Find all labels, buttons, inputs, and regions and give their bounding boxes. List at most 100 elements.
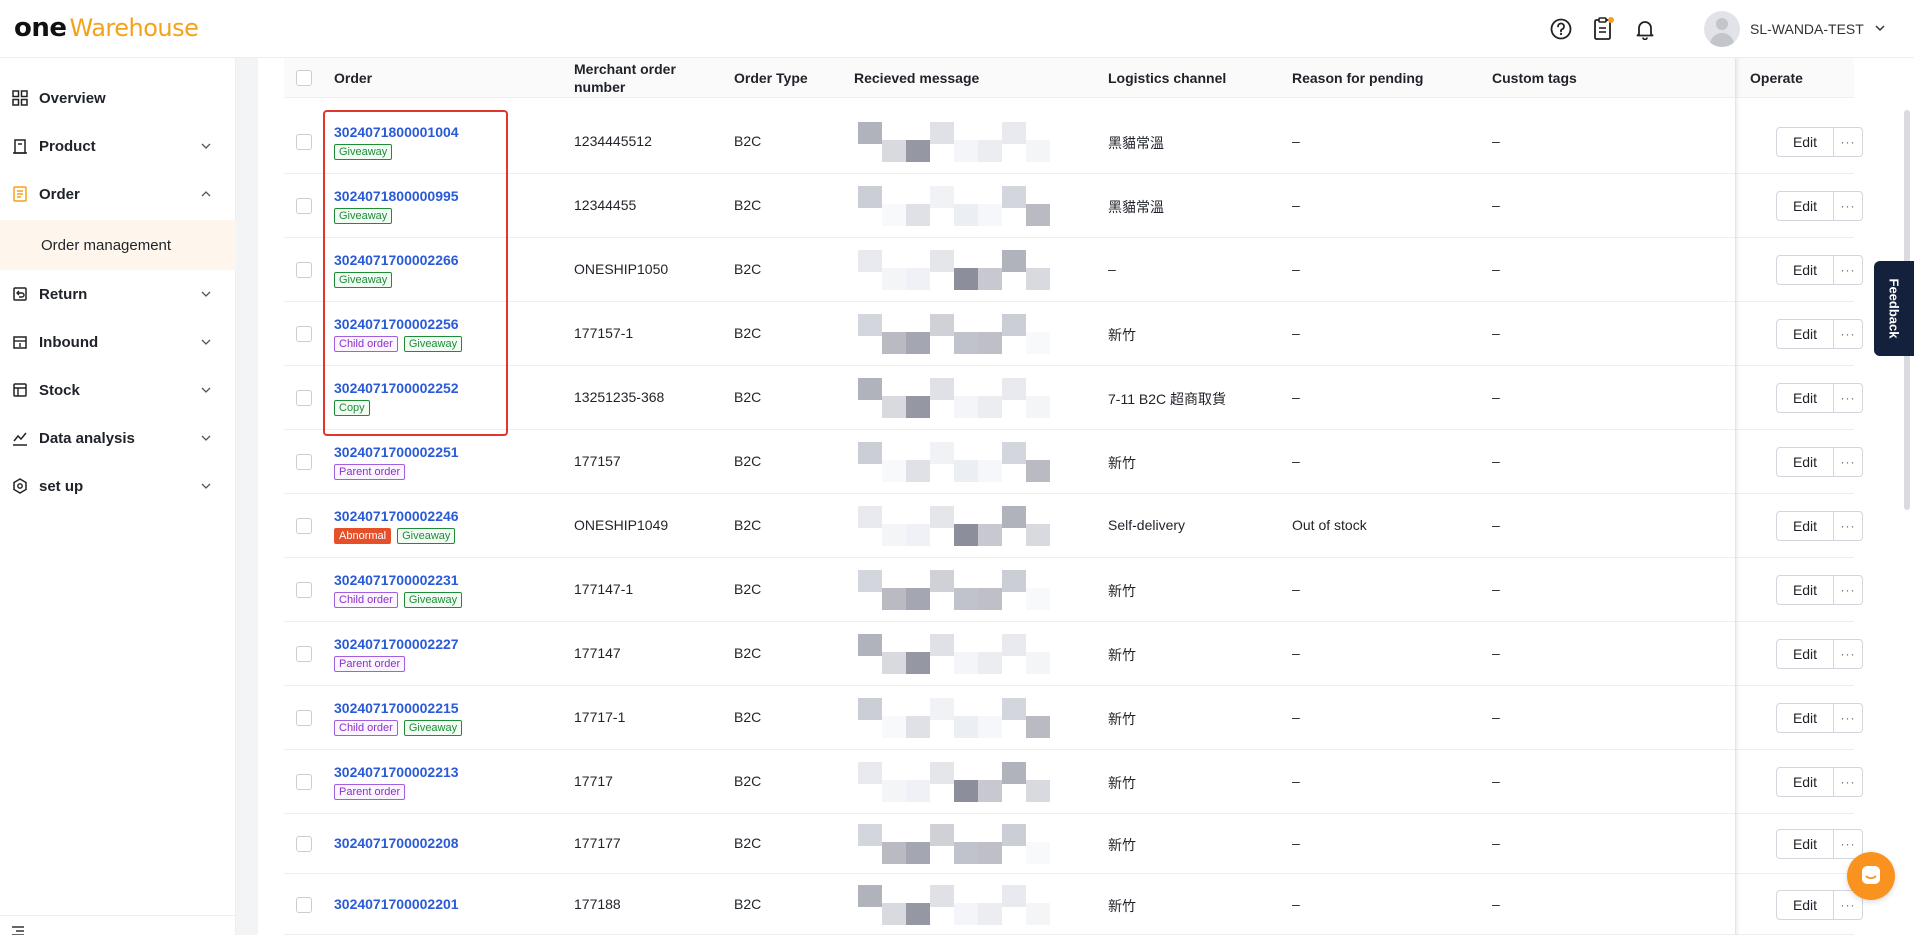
edit-button[interactable]: Edit [1776,829,1834,859]
edit-button[interactable]: Edit [1776,319,1834,349]
row-checkbox[interactable] [296,582,312,598]
brand-logo[interactable]: one Warehouse [14,13,199,43]
order-type: B2C [734,325,762,341]
order-number-link[interactable]: 3024071700002201 [334,896,459,912]
sidebar-subitem-order-management[interactable]: Order management [0,220,236,270]
redacted-message [858,378,1058,426]
reason-for-pending: – [1292,325,1300,341]
order-type: B2C [734,453,762,469]
order-number-link[interactable]: 3024071700002215 [334,700,459,716]
row-checkbox[interactable] [296,198,312,214]
sidebar-item-inbound[interactable]: Inbound [0,320,236,364]
row-checkbox[interactable] [296,326,312,342]
more-actions-icon[interactable]: ··· [1833,191,1863,221]
order-cell: 3024071700002266 Giveaway [334,252,459,288]
sidebar-collapse-toggle[interactable] [0,915,236,935]
help-icon[interactable] [1548,16,1574,42]
sidebar-item-setup[interactable]: set up [0,464,236,508]
row-checkbox[interactable] [296,646,312,662]
merchant-order-number: 17717 [574,773,613,789]
reason-for-pending: – [1292,835,1300,851]
more-actions-icon[interactable]: ··· [1833,255,1863,285]
chevron-up-icon [199,187,213,201]
order-number-link[interactable]: 3024071700002266 [334,252,459,268]
edit-button[interactable]: Edit [1776,703,1834,733]
sidebar-item-order[interactable]: Order [0,172,236,216]
row-checkbox[interactable] [296,897,312,913]
more-actions-icon[interactable]: ··· [1833,447,1863,477]
sidebar-item-return[interactable]: Return [0,272,236,316]
edit-button[interactable]: Edit [1776,890,1834,920]
order-tags: Parent order [334,656,459,672]
edit-button[interactable]: Edit [1776,383,1834,413]
row-checkbox[interactable] [296,390,312,406]
operate-column-shadow [1736,58,1740,935]
order-type: B2C [734,896,762,912]
sidebar-item-stock[interactable]: Stock [0,368,236,412]
sidebar-item-overview[interactable]: Overview [0,76,236,120]
row-checkbox[interactable] [296,134,312,150]
reason-for-pending: – [1292,197,1300,213]
edit-button[interactable]: Edit [1776,127,1834,157]
reason-for-pending: Out of stock [1292,517,1367,533]
sidebar-item-data-analysis[interactable]: Data analysis [0,416,236,460]
merchant-order-number: 177147 [574,645,621,661]
sidebar-item-product[interactable]: Product [0,124,236,168]
order-number-link[interactable]: 3024071700002251 [334,444,459,460]
more-actions-icon[interactable]: ··· [1833,319,1863,349]
order-tags: Parent order [334,464,459,480]
edit-button[interactable]: Edit [1776,767,1834,797]
row-checkbox[interactable] [296,454,312,470]
merchant-order-number: 177147-1 [574,581,634,597]
row-checkbox[interactable] [296,836,312,852]
product-icon [11,137,29,155]
feedback-tab[interactable]: Feedback [1874,261,1914,356]
order-tags: Abnormal Giveaway [334,528,459,544]
row-checkbox[interactable] [296,262,312,278]
tasks-icon[interactable] [1590,16,1616,42]
redacted-message [858,698,1058,746]
edit-button[interactable]: Edit [1776,447,1834,477]
custom-tags: – [1492,133,1500,149]
order-cell: 3024071700002227 Parent order [334,636,459,672]
row-checkbox[interactable] [296,710,312,726]
order-number-link[interactable]: 3024071700002213 [334,764,459,780]
more-actions-icon[interactable]: ··· [1833,383,1863,413]
table-row: 3024071700002213 Parent order 17717 B2C 新竹 – –… [284,750,1863,814]
order-number-link[interactable]: 3024071700002256 [334,316,459,332]
edit-button[interactable]: Edit [1776,639,1834,669]
chevron-down-icon [1874,21,1886,37]
user-menu[interactable]: SL-WANDA-TEST [1704,11,1886,47]
col-merchant-order-number: Merchant order number [574,61,676,95]
more-actions-icon[interactable]: ··· [1833,767,1863,797]
order-number-link[interactable]: 3024071800000995 [334,188,459,204]
col-logistics-channel: Logistics channel [1108,70,1227,86]
order-table-panel: Order Merchant order number Order Type R… [258,58,1914,935]
custom-tags: – [1492,835,1500,851]
order-cell: 3024071800001004 Giveaway [334,124,459,160]
order-number-link[interactable]: 3024071700002231 [334,572,459,588]
order-number-link[interactable]: 3024071700002208 [334,835,459,851]
edit-button[interactable]: Edit [1776,255,1834,285]
select-all-checkbox[interactable] [296,58,312,98]
more-actions-icon[interactable]: ··· [1833,511,1863,541]
more-actions-icon[interactable]: ··· [1833,703,1863,733]
edit-button[interactable]: Edit [1776,575,1834,605]
edit-button[interactable]: Edit [1776,511,1834,541]
more-actions-icon[interactable]: ··· [1833,127,1863,157]
order-number-link[interactable]: 3024071800001004 [334,124,459,140]
bell-icon[interactable] [1632,16,1658,42]
chat-support-button[interactable] [1847,852,1895,900]
more-actions-icon[interactable]: ··· [1833,639,1863,669]
order-tags: Giveaway [334,208,459,224]
edit-button[interactable]: Edit [1776,191,1834,221]
row-checkbox[interactable] [296,774,312,790]
order-number-link[interactable]: 3024071700002246 [334,508,459,524]
redacted-message [858,122,1058,170]
order-number-link[interactable]: 3024071700002227 [334,636,459,652]
row-checkbox[interactable] [296,518,312,534]
order-number-link[interactable]: 3024071700002252 [334,380,459,396]
more-actions-icon[interactable]: ··· [1833,575,1863,605]
table-row: 3024071700002208 177177 B2C 新竹 – – Edit ··· [284,814,1863,874]
order-type: B2C [734,197,762,213]
